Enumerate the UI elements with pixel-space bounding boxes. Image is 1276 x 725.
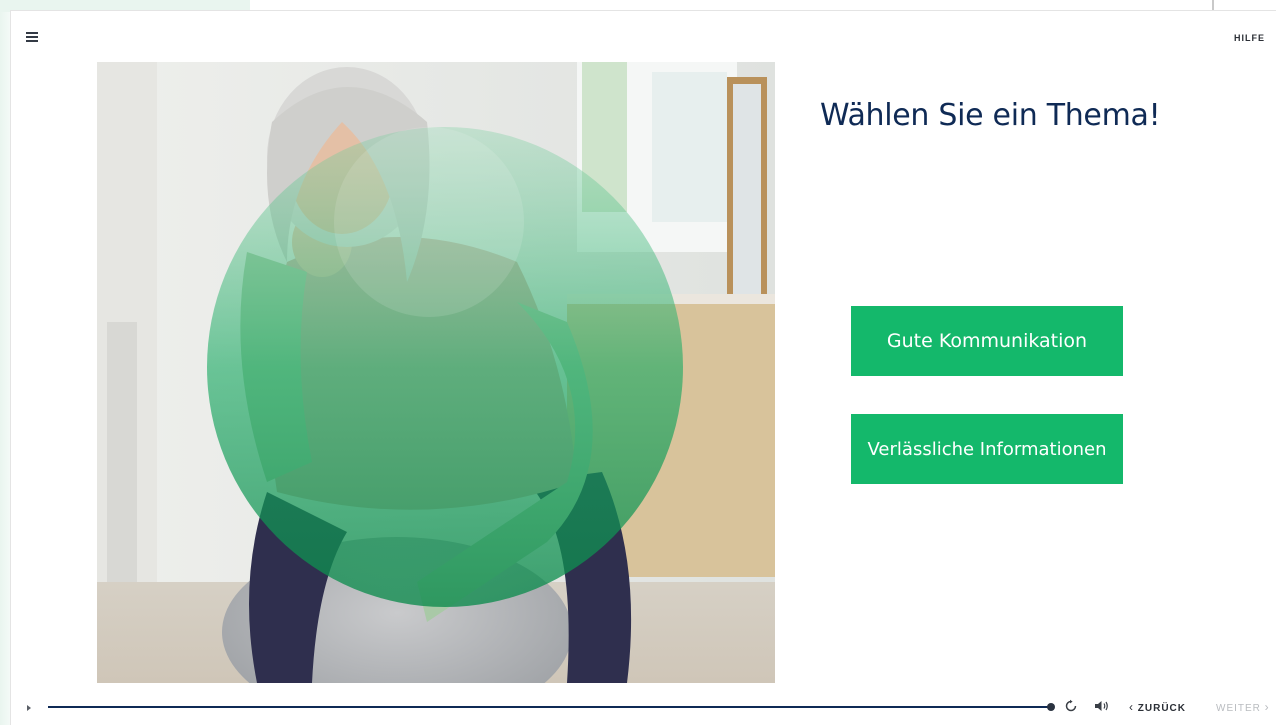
menu-line [26,40,38,42]
replay-icon[interactable] [1064,699,1078,713]
hero-image [97,62,775,683]
player-bar: ‹ ZURÜCK WEITER › [0,694,1276,722]
chevron-left-icon: ‹ [1129,700,1134,714]
volume-icon[interactable] [1094,699,1110,713]
progress-fill [48,706,1051,708]
page-title: Wählen Sie ein Thema! [820,98,1161,133]
next-label: WEITER [1216,703,1261,714]
topic-button-gute-kommunikation[interactable]: Gute Kommunikation [851,306,1123,376]
next-button[interactable]: WEITER › [1216,700,1270,714]
back-button[interactable]: ‹ ZURÜCK [1129,700,1186,714]
menu-line [26,32,38,34]
progress-bar[interactable] [48,703,1055,711]
app-window: HILFE Wählen Sie ein Thema! Gute Kommuni… [0,0,1276,725]
hero-illustration [97,62,775,683]
hamburger-menu-icon[interactable] [26,31,40,43]
window-frame-edge [0,0,10,725]
help-button[interactable]: HILFE [1234,33,1265,43]
progress-handle[interactable] [1047,703,1055,711]
topic-button-verlaessliche-informationen[interactable]: Verlässliche Informationen [851,414,1123,484]
menu-line [26,36,38,38]
back-label: ZURÜCK [1137,703,1186,714]
play-icon[interactable] [27,705,31,711]
chevron-right-icon: › [1264,700,1270,714]
